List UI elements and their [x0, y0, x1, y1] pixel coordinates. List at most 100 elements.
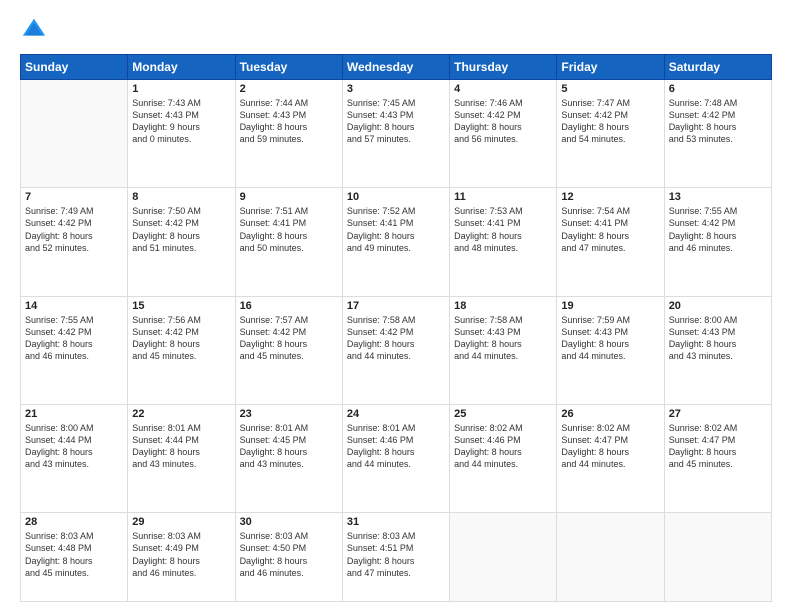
calendar-cell: 7Sunrise: 7:49 AM Sunset: 4:42 PM Daylig… [21, 188, 128, 296]
day-number: 4 [454, 83, 552, 95]
day-info: Sunrise: 7:44 AM Sunset: 4:43 PM Dayligh… [240, 97, 338, 146]
day-info: Sunrise: 7:52 AM Sunset: 4:41 PM Dayligh… [347, 205, 445, 254]
calendar-header-tuesday: Tuesday [235, 55, 342, 80]
day-number: 14 [25, 300, 123, 312]
day-number: 10 [347, 191, 445, 203]
day-number: 19 [561, 300, 659, 312]
calendar-week-0: 1Sunrise: 7:43 AM Sunset: 4:43 PM Daylig… [21, 80, 772, 188]
calendar-cell: 3 Sunrise: 7:45 AM Sunset: 4:43 PM Daylig… [342, 80, 449, 188]
day-info: Sunrise: 7:51 AM Sunset: 4:41 PM Dayligh… [240, 205, 338, 254]
calendar-cell: 22 Sunrise: 8:01 AM Sunset: 4:44 PM Dayli… [128, 404, 235, 512]
page: SundayMondayTuesdayWednesdayThursdayFrid… [0, 0, 792, 612]
calendar-cell: 20Sunrise: 8:00 AM Sunset: 4:43 PM Dayli… [664, 296, 771, 404]
day-info: Sunrise: 7:55 AM Sunset: 4:42 PM Dayligh… [669, 205, 767, 254]
day-number: 6 [669, 83, 767, 95]
calendar-cell: 26 Sunrise: 8:02 AM Sunset: 4:47 PM Dayli… [557, 404, 664, 512]
day-number: 17 [347, 300, 445, 312]
calendar-cell: 18 Sunrise: 7:58 AM Sunset: 4:43 PM Dayli… [450, 296, 557, 404]
day-number: 13 [669, 191, 767, 203]
day-info: Sunrise: 7:58 AM Sunset: 4:43 PM Dayligh… [454, 314, 552, 363]
day-info: Sunrise: 7:54 AM Sunset: 4:41 PM Dayligh… [561, 205, 659, 254]
calendar-cell: 19 Sunrise: 7:59 AM Sunset: 4:43 PM Dayli… [557, 296, 664, 404]
day-info: Sunrise: 7:58 AM Sunset: 4:42 PM Dayligh… [347, 314, 445, 363]
day-number: 16 [240, 300, 338, 312]
day-info: Sunrise: 7:43 AM Sunset: 4:43 PM Dayligh… [132, 97, 230, 146]
header [20, 16, 772, 44]
calendar-cell: 21 Sunrise: 8:00 AM Sunset: 4:44 PM Dayli… [21, 404, 128, 512]
day-number: 30 [240, 516, 338, 528]
day-number: 26 [561, 408, 659, 420]
day-info: Sunrise: 8:00 AM Sunset: 4:43 PM Dayligh… [669, 314, 767, 363]
day-info: Sunrise: 7:49 AM Sunset: 4:42 PM Dayligh… [25, 205, 123, 254]
day-info: Sunrise: 8:01 AM Sunset: 4:44 PM Dayligh… [132, 422, 230, 471]
day-info: Sunrise: 8:02 AM Sunset: 4:47 PM Dayligh… [561, 422, 659, 471]
day-info: Sunrise: 8:02 AM Sunset: 4:46 PM Dayligh… [454, 422, 552, 471]
calendar-cell [450, 513, 557, 602]
day-number: 3 [347, 83, 445, 95]
day-number: 24 [347, 408, 445, 420]
calendar-cell: 24 Sunrise: 8:01 AM Sunset: 4:46 PM Dayli… [342, 404, 449, 512]
day-number: 5 [561, 83, 659, 95]
day-info: Sunrise: 8:02 AM Sunset: 4:47 PM Dayligh… [669, 422, 767, 471]
calendar-cell: 10 Sunrise: 7:52 AM Sunset: 4:41 PM Dayli… [342, 188, 449, 296]
calendar-cell: 9 Sunrise: 7:51 AM Sunset: 4:41 PM Daylig… [235, 188, 342, 296]
day-info: Sunrise: 8:01 AM Sunset: 4:46 PM Dayligh… [347, 422, 445, 471]
day-info: Sunrise: 7:50 AM Sunset: 4:42 PM Dayligh… [132, 205, 230, 254]
calendar-table: SundayMondayTuesdayWednesdayThursdayFrid… [20, 54, 772, 602]
calendar-header-wednesday: Wednesday [342, 55, 449, 80]
calendar-header-saturday: Saturday [664, 55, 771, 80]
day-number: 27 [669, 408, 767, 420]
calendar-cell: 4 Sunrise: 7:46 AM Sunset: 4:42 PM Daylig… [450, 80, 557, 188]
calendar-cell: 16 Sunrise: 7:57 AM Sunset: 4:42 PM Dayli… [235, 296, 342, 404]
calendar-cell: 25 Sunrise: 8:02 AM Sunset: 4:46 PM Dayli… [450, 404, 557, 512]
calendar-cell: 12 Sunrise: 7:54 AM Sunset: 4:41 PM Dayli… [557, 188, 664, 296]
day-info: Sunrise: 8:03 AM Sunset: 4:48 PM Dayligh… [25, 530, 123, 579]
day-info: Sunrise: 8:03 AM Sunset: 4:49 PM Dayligh… [132, 530, 230, 579]
calendar-cell: 5 Sunrise: 7:47 AM Sunset: 4:42 PM Daylig… [557, 80, 664, 188]
day-number: 8 [132, 191, 230, 203]
calendar-cell: 2 Sunrise: 7:44 AM Sunset: 4:43 PM Daylig… [235, 80, 342, 188]
day-info: Sunrise: 7:55 AM Sunset: 4:42 PM Dayligh… [25, 314, 123, 363]
day-number: 22 [132, 408, 230, 420]
logo-icon [20, 16, 48, 44]
day-info: Sunrise: 7:56 AM Sunset: 4:42 PM Dayligh… [132, 314, 230, 363]
calendar-cell: 11Sunrise: 7:53 AM Sunset: 4:41 PM Dayli… [450, 188, 557, 296]
day-number: 23 [240, 408, 338, 420]
calendar-cell [664, 513, 771, 602]
day-number: 2 [240, 83, 338, 95]
day-number: 11 [454, 191, 552, 203]
day-number: 29 [132, 516, 230, 528]
day-number: 28 [25, 516, 123, 528]
day-info: Sunrise: 7:47 AM Sunset: 4:42 PM Dayligh… [561, 97, 659, 146]
calendar-cell: 8 Sunrise: 7:50 AM Sunset: 4:42 PM Daylig… [128, 188, 235, 296]
calendar-week-2: 14 Sunrise: 7:55 AM Sunset: 4:42 PM Dayli… [21, 296, 772, 404]
day-number: 9 [240, 191, 338, 203]
calendar-cell [557, 513, 664, 602]
calendar-header-thursday: Thursday [450, 55, 557, 80]
calendar-cell: 27 Sunrise: 8:02 AM Sunset: 4:47 PM Dayli… [664, 404, 771, 512]
calendar-cell: 13 Sunrise: 7:55 AM Sunset: 4:42 PM Dayli… [664, 188, 771, 296]
day-number: 21 [25, 408, 123, 420]
day-info: Sunrise: 7:59 AM Sunset: 4:43 PM Dayligh… [561, 314, 659, 363]
calendar-cell: 6Sunrise: 7:48 AM Sunset: 4:42 PM Daylig… [664, 80, 771, 188]
day-info: Sunrise: 8:03 AM Sunset: 4:51 PM Dayligh… [347, 530, 445, 579]
logo [20, 16, 52, 44]
day-number: 18 [454, 300, 552, 312]
calendar-cell: 14 Sunrise: 7:55 AM Sunset: 4:42 PM Dayli… [21, 296, 128, 404]
calendar-cell: 17 Sunrise: 7:58 AM Sunset: 4:42 PM Dayli… [342, 296, 449, 404]
calendar-cell: 30Sunrise: 8:03 AM Sunset: 4:50 PM Dayli… [235, 513, 342, 602]
day-number: 15 [132, 300, 230, 312]
calendar-week-1: 7Sunrise: 7:49 AM Sunset: 4:42 PM Daylig… [21, 188, 772, 296]
calendar-cell: 1Sunrise: 7:43 AM Sunset: 4:43 PM Daylig… [128, 80, 235, 188]
calendar-header-monday: Monday [128, 55, 235, 80]
day-number: 25 [454, 408, 552, 420]
day-info: Sunrise: 7:46 AM Sunset: 4:42 PM Dayligh… [454, 97, 552, 146]
day-info: Sunrise: 7:57 AM Sunset: 4:42 PM Dayligh… [240, 314, 338, 363]
day-info: Sunrise: 8:01 AM Sunset: 4:45 PM Dayligh… [240, 422, 338, 471]
calendar-header-sunday: Sunday [21, 55, 128, 80]
day-number: 12 [561, 191, 659, 203]
calendar-cell: 15 Sunrise: 7:56 AM Sunset: 4:42 PM Dayli… [128, 296, 235, 404]
calendar-week-3: 21 Sunrise: 8:00 AM Sunset: 4:44 PM Dayli… [21, 404, 772, 512]
day-info: Sunrise: 7:45 AM Sunset: 4:43 PM Dayligh… [347, 97, 445, 146]
day-info: Sunrise: 8:00 AM Sunset: 4:44 PM Dayligh… [25, 422, 123, 471]
